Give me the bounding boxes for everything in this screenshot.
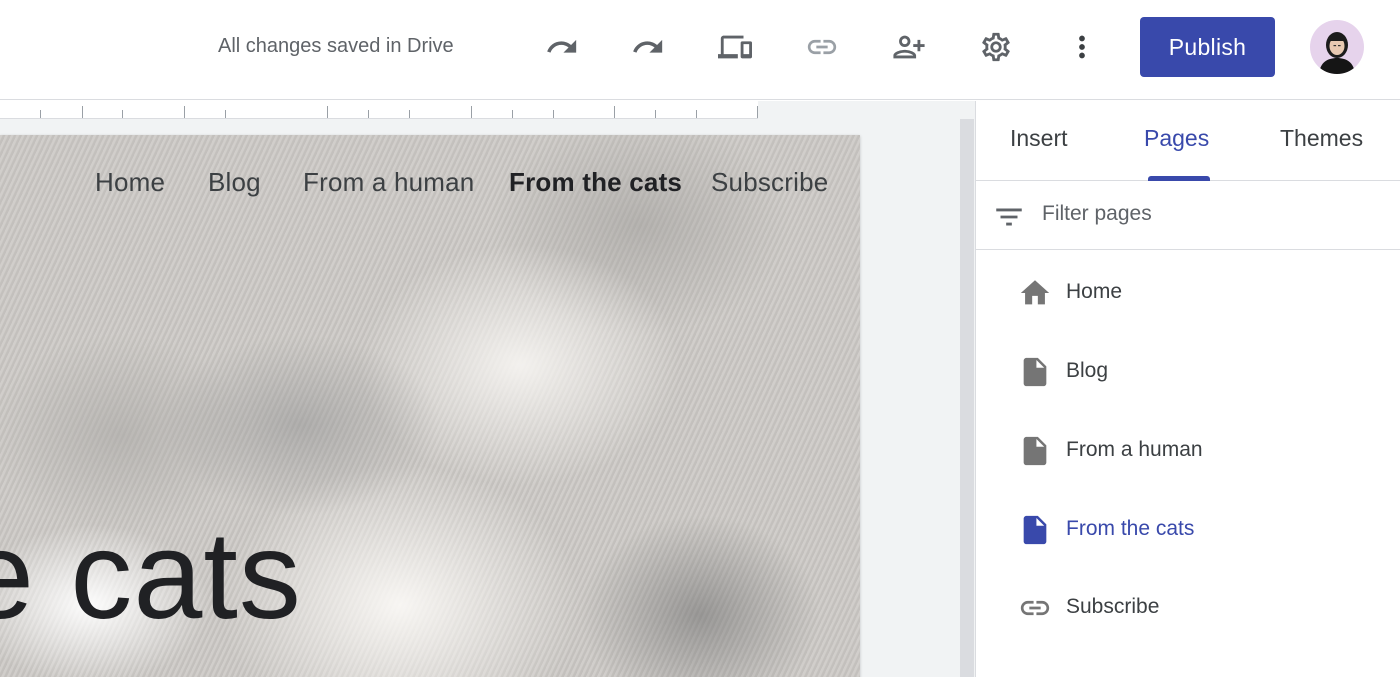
page-item-from-the-cats[interactable]: From the cats (976, 499, 1400, 565)
page-icon (1023, 436, 1047, 466)
side-panel: Insert Pages Themes Home Blog From a hum… (975, 101, 1400, 677)
editor-scrollbar[interactable] (960, 119, 974, 677)
settings-icon[interactable] (973, 24, 1019, 70)
ruler (0, 101, 758, 119)
page-item-blog[interactable]: Blog (976, 341, 1400, 407)
top-toolbar: All changes saved in Drive Publish (0, 0, 1400, 100)
page-item-label: Blog (1066, 359, 1109, 382)
site-canvas[interactable]: Home Blog From a human From the cats Sub… (0, 135, 860, 677)
editor-area: Home Blog From a human From the cats Sub… (0, 101, 975, 677)
filter-pages-input[interactable] (1042, 202, 1342, 226)
undo-icon[interactable] (539, 24, 585, 70)
save-status: All changes saved in Drive (218, 35, 454, 57)
page-item-home[interactable]: Home (976, 262, 1400, 328)
filter-icon (996, 208, 1022, 226)
page-icon (1023, 357, 1047, 387)
site-nav-home[interactable]: Home (95, 167, 165, 198)
tab-insert[interactable]: Insert (1010, 125, 1068, 152)
avatar[interactable] (1310, 20, 1364, 74)
filter-pages-row[interactable] (976, 182, 1400, 250)
page-item-label: From a human (1066, 438, 1203, 461)
page-item-label: From the cats (1066, 517, 1195, 540)
page-item-from-a-human[interactable]: From a human (976, 420, 1400, 486)
redo-icon[interactable] (625, 24, 671, 70)
tab-pages[interactable]: Pages (1144, 125, 1209, 152)
page-item-label: Home (1066, 280, 1123, 303)
home-icon (1020, 280, 1050, 305)
preview-devices-icon[interactable] (712, 24, 758, 70)
active-tab-indicator (1148, 176, 1210, 181)
tab-themes[interactable]: Themes (1280, 125, 1363, 152)
more-vert-icon[interactable] (1059, 24, 1105, 70)
site-nav-from-a-human[interactable]: From a human (303, 167, 474, 198)
page-item-subscribe[interactable]: Subscribe (976, 577, 1400, 643)
site-nav-blog[interactable]: Blog (208, 167, 261, 198)
panel-tabs: Insert Pages Themes (976, 101, 1400, 181)
publish-button[interactable]: Publish (1140, 17, 1275, 77)
page-item-label: Subscribe (1066, 595, 1160, 618)
site-nav-subscribe[interactable]: Subscribe (711, 167, 828, 198)
hero-title[interactable]: e cats (0, 505, 302, 647)
site-nav-from-the-cats[interactable]: From the cats (509, 167, 682, 198)
page-icon (1023, 515, 1047, 545)
share-icon[interactable] (886, 24, 932, 70)
link-icon (1020, 600, 1050, 616)
link-icon[interactable] (799, 24, 845, 70)
